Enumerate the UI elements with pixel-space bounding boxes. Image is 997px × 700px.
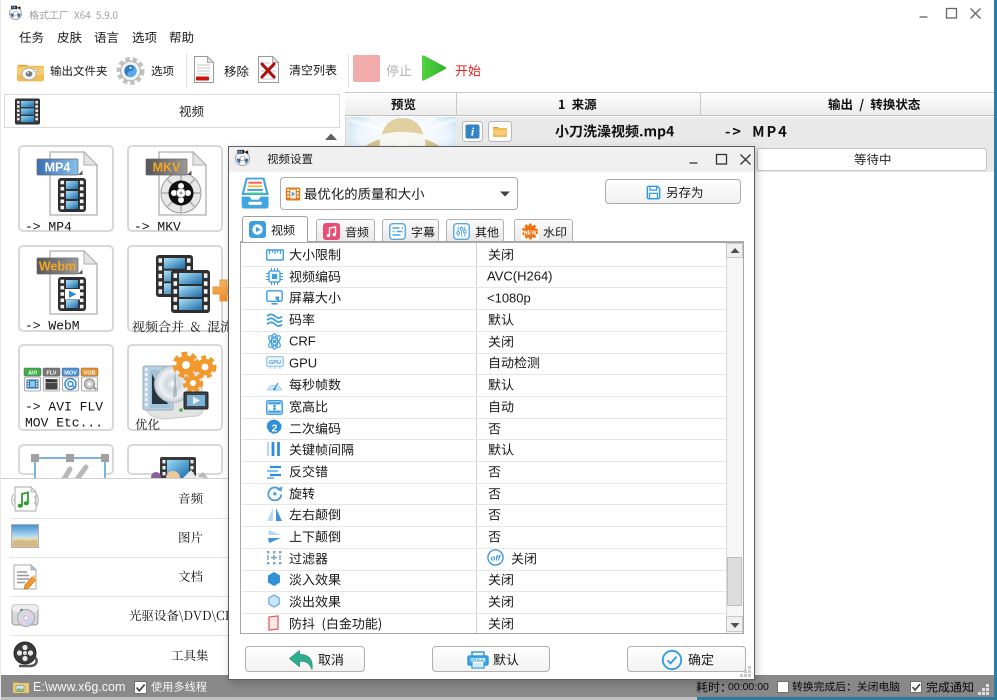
svg-text:DEFAULT: DEFAULT: [470, 658, 487, 662]
svg-text:MKV: MKV: [153, 161, 181, 175]
svg-text:MOV: MOV: [64, 370, 77, 376]
svg-text:AVI: AVI: [28, 370, 37, 376]
svg-text:GPU: GPU: [269, 360, 281, 366]
svg-text:VOB: VOB: [84, 370, 96, 376]
svg-text:NEW: NEW: [524, 231, 538, 237]
svg-text:off: off: [491, 553, 502, 562]
svg-text:MP4: MP4: [45, 161, 71, 175]
svg-text:2: 2: [272, 422, 278, 434]
svg-text:Webm: Webm: [39, 260, 76, 274]
svg-text:FLV: FLV: [47, 370, 57, 376]
